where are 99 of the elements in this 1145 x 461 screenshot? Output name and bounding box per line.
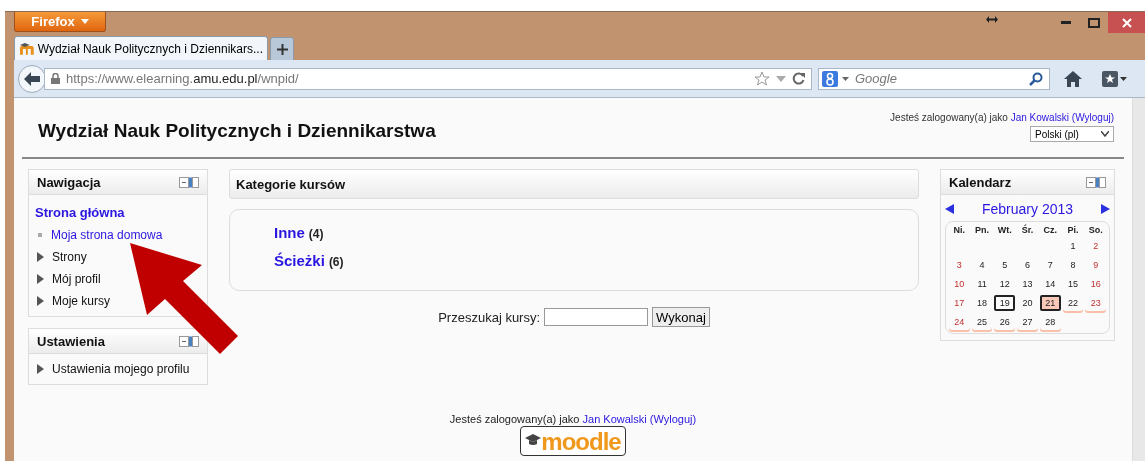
expand-arrow-icon[interactable] [37, 364, 44, 374]
lock-icon [51, 73, 60, 84]
block-controls-icon[interactable] [179, 335, 199, 347]
address-bar[interactable]: https://www.elearning.amu.edu.pl/wnpid/ [44, 67, 812, 90]
nav-item[interactable]: Moje kursy [52, 294, 110, 308]
new-tab-button[interactable] [270, 37, 294, 60]
weekday-label: Ni. [952, 225, 967, 235]
nav-link[interactable]: Strona główna [35, 205, 201, 220]
calendar-day[interactable]: 27 [1017, 314, 1038, 330]
calendar-day[interactable]: 16 [1085, 276, 1106, 292]
nav-item[interactable]: Mój profil [52, 272, 101, 286]
moodle-favicon-icon [19, 42, 35, 55]
login-info: Jesteś zalogowany(a) jako Jan Kowalski (Wyloguj) [449, 413, 697, 425]
logout-link[interactable]: (Wyloguj) [1071, 112, 1114, 123]
bookmarks-button[interactable] [1102, 70, 1127, 87]
category-link[interactable]: Ścieżki [274, 252, 325, 269]
next-month-icon[interactable] [1101, 204, 1110, 214]
weekday-label: Pn. [974, 225, 991, 235]
calendar-day[interactable]: 8 [1062, 257, 1084, 273]
calendar-day[interactable]: 22 [1062, 295, 1084, 311]
close-button[interactable] [1108, 12, 1145, 33]
expand-arrow-icon[interactable] [37, 274, 44, 284]
chevron-down-icon [1101, 131, 1109, 137]
weekday-label: Pi. [1066, 225, 1080, 235]
calendar-day[interactable]: 28 [1039, 314, 1061, 330]
calendar-day[interactable]: 9 [1085, 257, 1106, 273]
scrollbar[interactable] [1132, 98, 1145, 461]
search-icon[interactable] [1029, 71, 1043, 86]
plus-icon [276, 43, 288, 55]
calendar-day[interactable]: 7 [1039, 257, 1061, 273]
weekday-label: Śr. [1020, 225, 1035, 235]
expand-arrow-icon[interactable] [37, 252, 44, 262]
course-count: (6) [328, 255, 344, 269]
calendar-day[interactable]: 13 [1017, 276, 1038, 292]
logout-link[interactable]: (Wyloguj) [649, 413, 697, 425]
dropdown-caret-icon[interactable] [842, 76, 849, 81]
user-link[interactable]: Jan Kowalski [582, 413, 647, 425]
minimize-icon [1061, 21, 1071, 24]
graduation-cap-icon [525, 434, 542, 448]
category-link[interactable]: Inne [274, 224, 305, 241]
caret-icon [1120, 76, 1127, 81]
calendar-day[interactable]: 5 [994, 257, 1016, 273]
bullet-icon [38, 233, 42, 237]
calendar-day[interactable]: 6 [1017, 257, 1038, 273]
month-title[interactable]: February 2013 [981, 201, 1074, 217]
block-title: Nawigacja [37, 174, 101, 190]
calendar-day[interactable]: 14 [1039, 276, 1061, 292]
browser-tab[interactable]: Wydział Nauk Politycznych i Dziennikars... [14, 36, 268, 60]
calendar-day[interactable]: 11 [971, 276, 993, 292]
calendar-day[interactable]: 18 [971, 295, 993, 311]
nav-item[interactable]: Ustawienia mojego profilu [52, 362, 190, 376]
calendar-day[interactable]: 12 [994, 276, 1016, 292]
search-bar[interactable]: Google [818, 67, 1050, 90]
weekday-label: Cz. [1042, 225, 1058, 235]
course-search-field[interactable] [544, 308, 649, 326]
calendar-day[interactable]: 4 [971, 257, 993, 273]
reload-icon[interactable] [792, 72, 805, 85]
course-count: (4) [308, 227, 324, 241]
calendar-day[interactable]: 3 [949, 257, 970, 273]
calendar-day[interactable]: 15 [1062, 276, 1084, 292]
google-icon [822, 70, 838, 87]
block-controls-icon[interactable] [1086, 176, 1106, 188]
calendar-day[interactable]: 2 [1085, 238, 1106, 254]
section-header: Kategorie kursów [229, 169, 919, 199]
weekday-label: Wt. [996, 225, 1013, 235]
calendar-day[interactable]: 24 [949, 314, 970, 330]
close-icon [1121, 17, 1132, 28]
back-button[interactable] [18, 64, 46, 93]
resize-icon [986, 16, 998, 23]
nav-link[interactable]: Moja strona domowa [51, 228, 163, 242]
block-title: Kalendarz [949, 174, 1012, 190]
calendar-day[interactable]: 21 [1039, 295, 1061, 311]
block-title: Ustawienia [37, 333, 105, 349]
star-icon[interactable] [754, 71, 770, 86]
calendar-day[interactable]: 20 [1017, 295, 1038, 311]
previous-month-icon[interactable] [945, 204, 954, 214]
caret-icon [80, 19, 89, 24]
calendar-day[interactable]: 26 [994, 314, 1016, 330]
weekday-label: So. [1087, 225, 1104, 235]
calendar-day[interactable]: 10 [949, 276, 970, 292]
url-text: https://www.elearning.amu.edu.pl/wnpid/ [66, 71, 300, 86]
block-controls-icon[interactable] [179, 176, 199, 188]
search-button[interactable]: Wykonaj [652, 307, 710, 327]
search-label: Przeszukaj kursy: [438, 309, 541, 325]
home-icon[interactable] [1064, 70, 1082, 87]
language-select[interactable]: Polski (pl) [1030, 126, 1114, 142]
maximize-icon [1088, 17, 1100, 28]
expand-arrow-icon[interactable] [37, 296, 44, 306]
nav-item[interactable]: Strony [52, 250, 87, 264]
calendar-day[interactable]: 25 [971, 314, 993, 330]
calendar-day[interactable]: 1 [1062, 238, 1084, 254]
search-field[interactable]: Google [853, 70, 1025, 87]
site-title: Wydział Nauk Politycznych i Dziennikarstwa [38, 120, 436, 142]
login-info: Jesteś zalogowany(a) jako Jan Kowalski (Wyloguj) [890, 112, 1114, 123]
calendar-day[interactable]: 19 [994, 295, 1016, 311]
user-link[interactable]: Jan Kowalski [1010, 112, 1070, 123]
calendar-day[interactable]: 23 [1085, 295, 1106, 311]
calendar-day[interactable]: 17 [949, 295, 970, 311]
back-arrow-icon [24, 71, 40, 86]
